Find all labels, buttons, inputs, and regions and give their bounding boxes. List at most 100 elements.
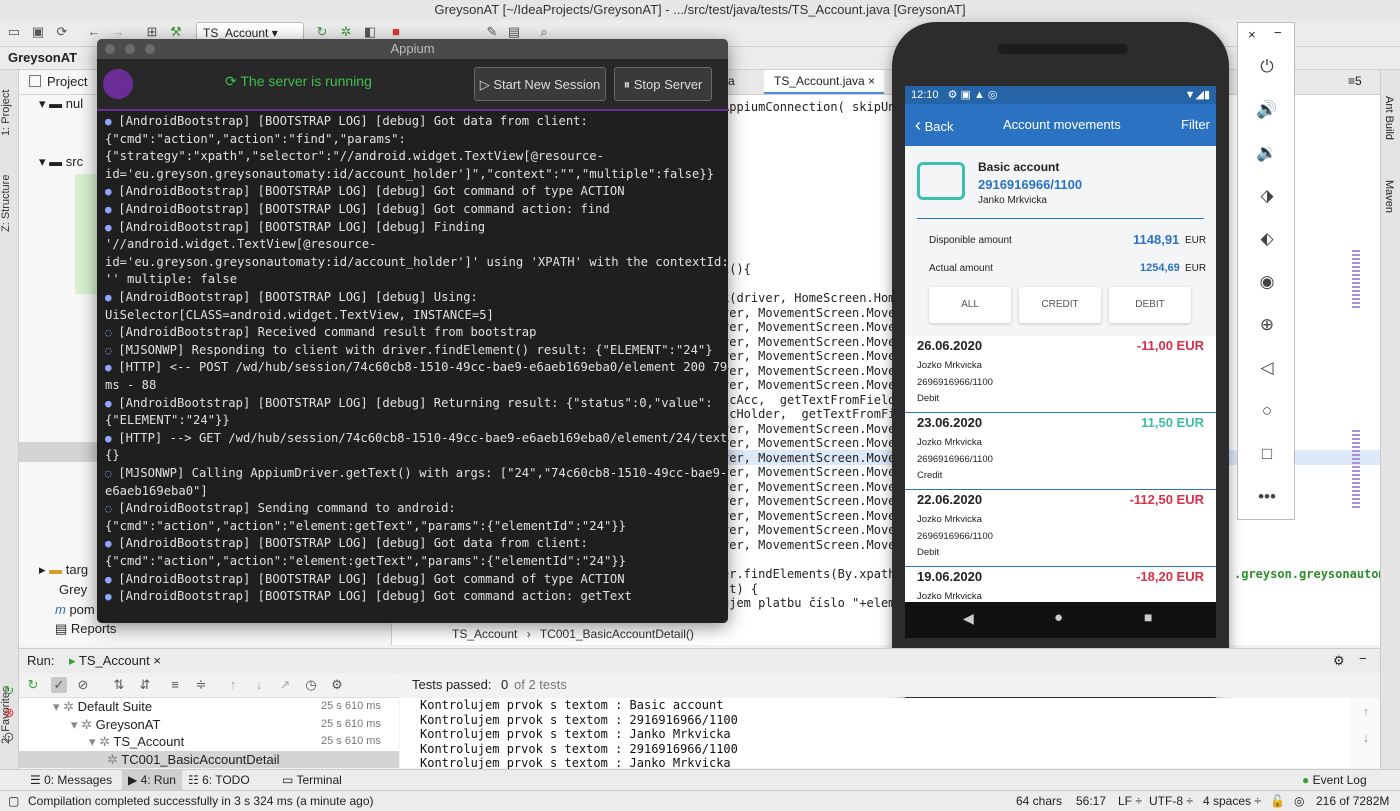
back-button[interactable]: ‹ Back xyxy=(915,104,954,148)
scroll-down-icon[interactable]: ↓ xyxy=(1358,730,1374,746)
close-icon[interactable]: × xyxy=(1248,27,1256,42)
close-window-button[interactable] xyxy=(105,44,115,54)
next-failed-icon[interactable]: ↓ xyxy=(251,677,267,693)
gear-icon[interactable]: ⚙ xyxy=(1333,653,1345,669)
restore-icon[interactable]: ⊙ xyxy=(1,729,17,745)
rotate-left-icon[interactable]: ⬗ xyxy=(1256,185,1278,207)
tests-passed-label: Tests passed: xyxy=(412,677,492,692)
rerun-icon[interactable]: ↻ xyxy=(25,677,41,693)
search-icon[interactable]: ⌕ xyxy=(536,24,552,40)
status-memory[interactable]: 216 of 7282M xyxy=(1316,791,1389,811)
sort-duration-icon[interactable]: ⇵ xyxy=(137,677,153,693)
test-tree-row[interactable]: ▾ ✲ GreysonAT 25 s 610 ms xyxy=(19,716,399,733)
power-icon[interactable]: ⏻ xyxy=(1256,56,1278,78)
hide-panel-icon[interactable]: − xyxy=(1359,651,1367,666)
log-text: {"cmd":"action","action":"element:getTex… xyxy=(105,554,626,568)
nav-project[interactable]: GreysonAT xyxy=(8,50,77,65)
breadcrumb-method[interactable]: TC001_BasicAccountDetail() xyxy=(540,627,694,641)
minimize-icon[interactable]: − xyxy=(1274,25,1282,40)
save-icon[interactable]: ▣ xyxy=(30,24,46,40)
stop-server-button[interactable]: ⏸ Stop Server xyxy=(614,67,712,101)
segment-credit[interactable]: CREDIT xyxy=(1019,287,1101,323)
history-icon[interactable]: ◷ xyxy=(303,677,319,693)
maximize-window-button[interactable] xyxy=(145,44,155,54)
code-string: .greyson.greysonautomat xyxy=(1234,567,1400,581)
status-toggle-icon[interactable]: ▢ xyxy=(8,791,19,811)
test-tree-row[interactable]: ✲ TC001_BasicAccountDetail xyxy=(19,750,399,768)
test-tree-row[interactable]: ▾ ✲ Default Suite 25 s 610 ms xyxy=(19,698,399,715)
expand-all-icon[interactable]: ≡ xyxy=(167,677,183,693)
test-tree[interactable]: ▾ ✲ Default Suite 25 s 610 ms ▾ ✲ GreysonA… xyxy=(19,698,399,768)
log-text: [AndroidBootstrap] [BOOTSTRAP LOG] [debu… xyxy=(118,114,588,128)
export-icon[interactable]: ↗ xyxy=(277,677,293,693)
tab-terminal[interactable]: ▭ Terminal xyxy=(282,770,342,790)
overview-square-icon[interactable]: □ xyxy=(1256,443,1278,465)
debug-icon[interactable]: ✲ xyxy=(338,24,354,40)
server-log[interactable]: ● [AndroidBootstrap] [BOOTSTRAP LOG] [de… xyxy=(97,111,728,623)
back-triangle-icon[interactable]: ◁ xyxy=(1256,357,1278,379)
rotate-right-icon[interactable]: ⬖ xyxy=(1256,228,1278,250)
minimize-window-button[interactable] xyxy=(125,44,135,54)
run-console[interactable]: Kontrolujem prvok s textom : Basic accou… xyxy=(400,698,1350,770)
status-indent[interactable]: 4 spaces ÷ xyxy=(1203,791,1261,811)
segment-all[interactable]: ALL xyxy=(929,287,1011,323)
rerun-icon[interactable]: ↻ xyxy=(314,24,330,40)
tab-todo[interactable]: ☷ 6: TODO xyxy=(188,770,250,790)
tab-messages[interactable]: ☰ 0: Messages xyxy=(30,770,112,790)
list-item[interactable]: 23.06.2020 11,50 EUR Jozko Mrkvicka 2696916… xyxy=(905,413,1216,491)
list-item[interactable]: 22.06.2020 -112,50 EUR Jozko Mrkvicka 26969… xyxy=(905,490,1216,568)
event-log[interactable]: ● Event Log xyxy=(1302,770,1367,790)
list-item[interactable]: 19.06.2020 -18,20 EUR Jozko Mrkvicka xyxy=(905,567,1216,602)
status-position[interactable]: 56:17 xyxy=(1076,791,1106,811)
project-panel-title[interactable]: Project xyxy=(47,74,87,89)
build-icon[interactable]: ⊞ xyxy=(144,24,160,40)
structure-icon[interactable]: ▤ xyxy=(506,24,522,40)
error-icon[interactable]: ⊗ xyxy=(1,705,17,721)
wrench-icon[interactable]: ✎ xyxy=(484,24,500,40)
tab-maven[interactable]: Maven xyxy=(1383,180,1395,213)
tab-project[interactable]: 1: Project xyxy=(0,76,18,150)
folder-icon[interactable]: ▭ xyxy=(6,24,22,40)
rerun-side-icon[interactable]: ↻ xyxy=(1,683,17,699)
home-circle-icon[interactable]: ○ xyxy=(1256,400,1278,422)
scroll-up-icon[interactable]: ↑ xyxy=(1358,704,1374,720)
start-session-button[interactable]: ▷ Start New Session xyxy=(474,67,606,101)
volume-down-icon[interactable]: 🔉 xyxy=(1256,142,1278,164)
nav-recents-icon[interactable]: ■ xyxy=(1144,609,1152,625)
breadcrumb: TS_Account › TC001_BasicAccountDetail() xyxy=(452,627,694,641)
filter-button[interactable]: Filter xyxy=(1181,104,1210,146)
coverage-icon[interactable]: ◧ xyxy=(362,24,378,40)
tab-run[interactable]: ▶ 4: Run xyxy=(122,770,182,790)
prev-failed-icon[interactable]: ↑ xyxy=(225,677,241,693)
status-line-ending[interactable]: LF ÷ xyxy=(1118,791,1142,811)
movements-list[interactable]: 26.06.2020 -11,00 EUR Jozko Mrkvicka 269691… xyxy=(905,336,1216,602)
show-ignored-icon[interactable]: ⊘ xyxy=(75,677,91,693)
tab-structure[interactable]: Z: Structure xyxy=(0,162,18,244)
list-item[interactable]: 26.06.2020 -11,00 EUR Jozko Mrkvicka 269691… xyxy=(905,336,1216,414)
volume-up-icon[interactable]: 🔊 xyxy=(1256,99,1278,121)
stop-icon[interactable]: ■ xyxy=(388,24,404,40)
settings-icon[interactable]: ⚙ xyxy=(329,677,345,693)
actual-label: Actual amount xyxy=(929,263,993,274)
breadcrumb-class[interactable]: TS_Account xyxy=(452,627,517,641)
movement-amount: -112,50 EUR xyxy=(1129,492,1204,507)
tab-ant-build[interactable]: Ant Build xyxy=(1383,96,1395,140)
inspector-icon[interactable]: ◎ xyxy=(1294,791,1304,811)
run-tab[interactable]: ▸ TS_Account × xyxy=(69,653,161,669)
zoom-icon[interactable]: ⊕ xyxy=(1256,314,1278,336)
camera-icon[interactable]: ◉ xyxy=(1256,271,1278,293)
hammer-icon[interactable]: ⚒ xyxy=(168,24,184,40)
lock-icon[interactable]: 🔓 xyxy=(1270,791,1285,811)
sync-icon[interactable]: ⟳ xyxy=(54,24,70,40)
back-icon[interactable]: ← xyxy=(86,24,102,40)
nav-back-icon[interactable]: ◀ xyxy=(963,610,974,627)
nav-home-icon[interactable]: ● xyxy=(1054,609,1063,626)
sort-alpha-icon[interactable]: ⇅ xyxy=(111,677,127,693)
show-passed-icon[interactable]: ✓ xyxy=(51,677,67,693)
segment-debit[interactable]: DEBIT xyxy=(1109,287,1191,323)
test-tree-row[interactable]: ▾ ✲ TS_Account 25 s 610 ms xyxy=(19,733,399,750)
more-icon[interactable]: ••• xyxy=(1256,486,1278,508)
forward-icon[interactable]: → xyxy=(110,24,126,40)
collapse-all-icon[interactable]: ≑ xyxy=(193,677,209,693)
status-encoding[interactable]: UTF-8 ÷ xyxy=(1149,791,1193,811)
